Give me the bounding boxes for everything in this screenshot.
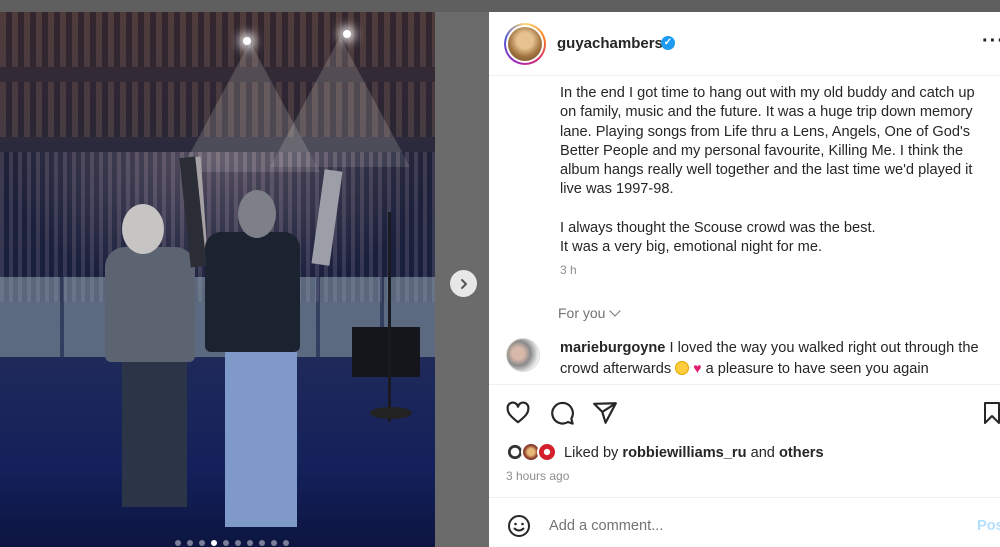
caption-paragraph-1: In the end I got time to hang out with m… <box>560 85 975 198</box>
likes-row: Liked by robbiewilliams_ru and others <box>505 442 995 464</box>
chevron-down-icon <box>609 305 622 317</box>
post-details-panel: guyachambers ✓ ··· In the end I got time… <box>489 12 1000 547</box>
author-username[interactable]: guyachambers <box>557 35 663 52</box>
photo-person-left-body <box>105 247 195 362</box>
author-avatar-inner <box>506 25 544 63</box>
next-arrow-icon <box>460 278 467 289</box>
heart-emoji-icon: ♥ <box>693 359 702 376</box>
photo-person-left-legs <box>122 357 187 507</box>
comment-input[interactable] <box>549 512 949 540</box>
carousel-dot <box>175 540 181 546</box>
comment-text-end: a pleasure to have seen you again <box>705 360 929 377</box>
likes-user[interactable]: robbiewilliams_ru <box>622 445 746 461</box>
carousel-dot <box>259 540 265 546</box>
for-you-label: For you <box>558 305 606 321</box>
for-you-dropdown[interactable]: For you <box>558 305 622 321</box>
carousel-dot <box>199 540 205 546</box>
carousel-dot <box>235 540 241 546</box>
smiling-face-with-hearts-emoji-icon <box>675 360 690 375</box>
author-avatar[interactable] <box>504 23 546 65</box>
likes-summary: Liked by robbiewilliams_ru and others <box>564 445 824 461</box>
commenter-avatar[interactable] <box>506 338 540 372</box>
photo-mic-base <box>370 407 412 419</box>
heart-icon[interactable] <box>505 400 531 426</box>
more-options-icon[interactable]: ··· <box>982 30 1000 53</box>
author-avatar-image <box>508 27 542 61</box>
photo-person-left-head <box>122 204 164 254</box>
carousel-dot <box>187 540 193 546</box>
caption-timestamp[interactable]: 3 h <box>560 263 577 277</box>
divider <box>489 497 1000 498</box>
carousel-dot <box>271 540 277 546</box>
post-photo[interactable] <box>0 12 435 547</box>
post-timestamp[interactable]: 3 hours ago <box>506 469 569 483</box>
photo-person-right-body <box>205 232 300 352</box>
comment-item: marieburgoyne I loved the way you walked… <box>560 339 990 379</box>
likes-others-link[interactable]: others <box>779 445 824 461</box>
comment-username[interactable]: marieburgoyne <box>560 340 665 356</box>
next-photo-button[interactable] <box>450 270 477 297</box>
photo-stage-monitor <box>352 327 420 377</box>
carousel-dot <box>283 540 289 546</box>
post-header: guyachambers ✓ ··· <box>489 12 1000 76</box>
photo-spotlight-left <box>243 37 251 45</box>
liker-avatar-3[interactable] <box>537 442 557 462</box>
verified-badge-icon: ✓ <box>661 36 675 50</box>
post-actions <box>505 400 1000 428</box>
bookmark-icon[interactable] <box>982 400 1000 426</box>
carousel-dot <box>223 540 229 546</box>
comment-icon[interactable] <box>549 400 575 426</box>
photo-spotlight-right <box>343 30 351 38</box>
post-caption: In the end I got time to hang out with m… <box>560 84 992 276</box>
photo-person-right-legs <box>225 347 297 527</box>
share-icon[interactable] <box>592 400 618 426</box>
photo-stage <box>0 357 435 547</box>
browser-top-strip <box>0 0 1000 12</box>
emoji-icon[interactable] <box>507 514 531 538</box>
divider <box>489 384 1000 385</box>
post-comment-button[interactable]: Post <box>977 518 1000 534</box>
carousel-dot <box>211 540 217 546</box>
photo-light-beam-right <box>270 37 410 167</box>
likes-conjunction: and <box>750 445 775 461</box>
photo-mic-stand <box>388 212 391 422</box>
carousel-dot <box>247 540 253 546</box>
carousel-dots <box>175 540 289 546</box>
caption-paragraph-2: I always thought the Scouse crowd was th… <box>560 219 876 256</box>
photo-person-right-head <box>238 190 276 238</box>
likes-prefix: Liked by <box>564 445 619 461</box>
